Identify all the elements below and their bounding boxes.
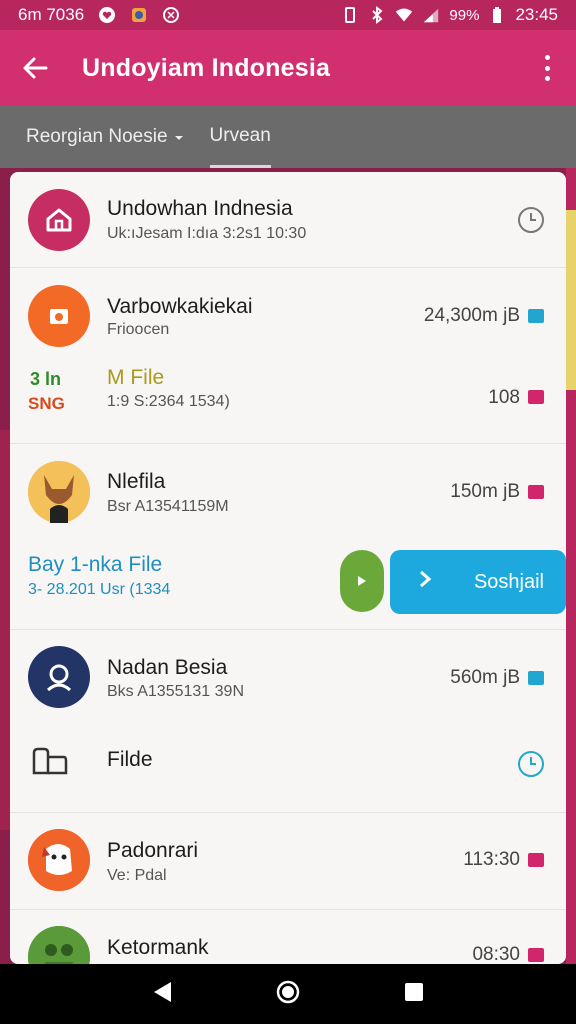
item-size: 150m jB [450,481,520,502]
clock-time: 23:45 [515,5,558,24]
fox-avatar-icon [28,461,90,523]
back-nav-icon[interactable] [151,980,173,1009]
page-title: Undoyiam Indonesia [82,53,331,82]
system-nav-bar [0,964,576,1024]
back-arrow-icon[interactable] [22,55,48,81]
chevron-right-icon [418,569,432,595]
item-title: Filde [107,748,153,771]
item-subtitle: Bks A1355131 39N [107,683,244,700]
item-title: Bay 1-nka File [28,553,163,576]
status-badge [528,309,544,323]
folder-outline-icon [30,745,70,784]
list-item[interactable]: Varbowkakiekai Frioocen 24,300m jB 3 ln … [10,269,566,444]
tab-label: Urvean [209,124,271,146]
signal-icon [422,6,440,24]
item-time: 113:30 [463,849,520,870]
item-size: 108 [488,387,520,408]
file-type-tag: 3 ln [30,369,62,389]
background-edge [0,430,10,830]
status-badge [528,671,544,685]
tab-urvean[interactable]: Urvean [209,106,271,168]
item-time: 08:30 [472,944,520,964]
tab-label: Reorgian Noesie [26,126,168,147]
list-item[interactable]: Undowhan Indnesia Uk:ıJesam I:dıa 3:2s1 … [10,172,566,268]
status-badge [528,390,544,404]
camera-icon [28,285,90,347]
item-subtitle: Uk:ıJesam I:dıa 3:2s1 10:30 [107,225,307,242]
caret-down-icon [174,126,184,148]
dog-avatar-icon [28,829,90,891]
file-list-sheet: Undowhan Indnesia Uk:ıJesam I:dıa 3:2s1 … [10,172,566,964]
home-icon [28,189,90,251]
clock-icon[interactable] [518,751,544,777]
item-subtitle: Ve: Pdal [107,867,167,884]
frog-avatar-icon [28,926,90,964]
item-subtitle: 3- 28.201 Usr (1334 [28,581,171,598]
status-badge [528,948,544,962]
background-accent [566,210,576,390]
status-bar: 6m 7036 99% 23:45 [0,0,576,30]
bluetooth-icon [368,6,386,24]
battery-icon [488,6,506,24]
item-title: Nlefila [107,470,166,493]
action-label: Soshjail [473,570,544,593]
list-item[interactable]: Nadan Besia Bks A1355131 39N 560m jB Fil… [10,631,566,813]
item-subtitle: Frioocen [107,321,170,338]
home-nav-icon[interactable] [275,979,301,1010]
app-notification-icon [130,6,148,24]
list-item[interactable]: Padonrari Ve: Pdal 113:30 [10,814,566,910]
clock-icon[interactable] [518,207,544,233]
status-badge [528,485,544,499]
item-title: Varbowkakiekai [107,295,253,318]
wifi-icon [395,6,413,24]
recents-nav-icon[interactable] [403,981,425,1008]
item-subtitle: 1:9 S:2364 1534) [107,393,230,410]
battery-percent: 99% [449,6,480,24]
status-badge [528,853,544,867]
alarm-notification-icon [162,6,180,24]
vibrate-icon [341,6,359,24]
file-type-tag: SNG [28,394,65,413]
item-title: Undowhan Indnesia [107,197,293,220]
heart-notification-icon [98,6,116,24]
item-title: Ketormank [107,936,209,959]
tab-bar: Reorgian Noesie Urvean [0,106,576,168]
more-options-icon[interactable] [540,55,554,81]
item-subtitle: Bsr A13541159M [107,498,229,515]
status-left-text: 6m 7036 [18,5,85,24]
app-bar: Undoyiam Indonesia [0,30,576,106]
item-title: Nadan Besia [107,656,228,679]
tab-region-dropdown[interactable]: Reorgian Noesie [26,106,184,168]
item-title: M File [107,366,165,389]
item-size: 560m jB [450,667,520,688]
item-title: Padonrari [107,839,199,862]
item-size: 24,300m jB [423,305,520,326]
list-item[interactable]: Ketormank 08:30 [10,911,566,964]
play-button[interactable] [340,550,384,612]
search-action-button[interactable]: Soshjail [390,550,566,614]
user-icon [28,646,90,708]
